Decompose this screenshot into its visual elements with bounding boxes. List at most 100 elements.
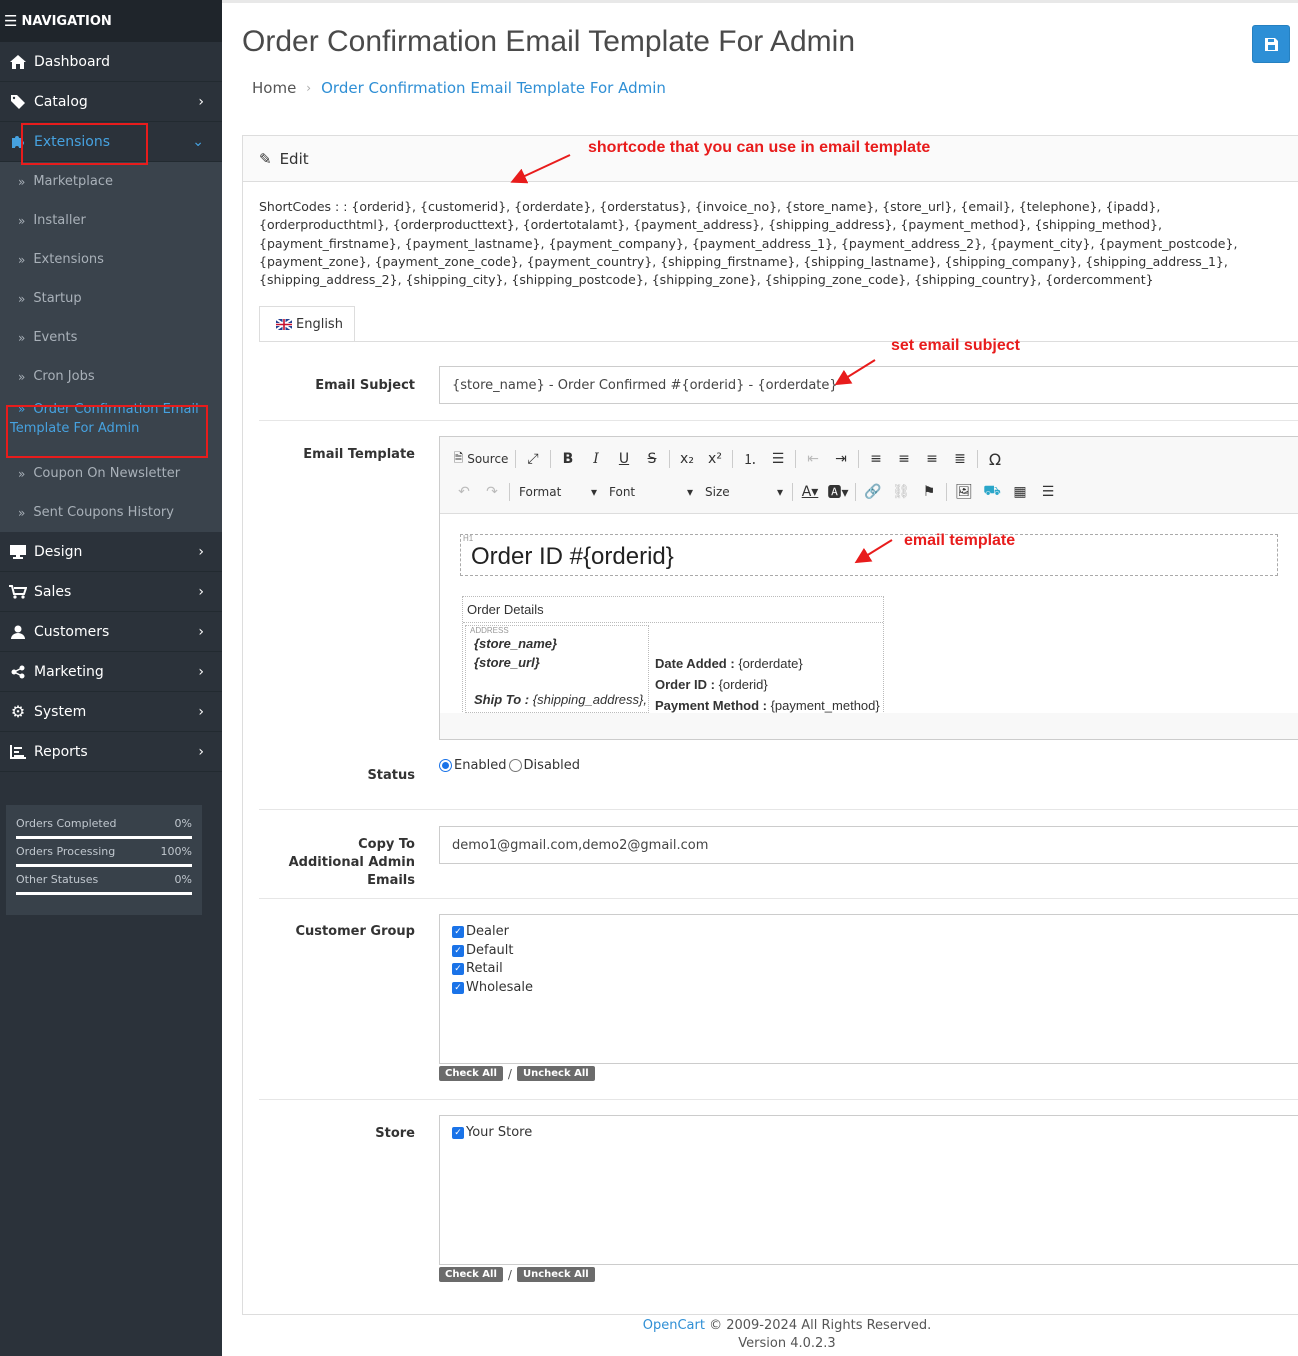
undo-button[interactable]: ↶: [450, 480, 478, 504]
sub-item-label: Marketplace: [33, 174, 114, 189]
order-details-table[interactable]: Order Details ADDRESS {store_name} {stor…: [462, 596, 884, 713]
unlink-icon[interactable]: ⛓: [887, 480, 915, 504]
sidebar-item-sales[interactable]: Sales ›: [0, 572, 222, 612]
align-left-button[interactable]: ≡: [862, 447, 890, 471]
toolbar-separator: [795, 450, 796, 468]
underline-button[interactable]: U: [610, 447, 638, 471]
chevron-right-icon: ›: [198, 743, 204, 760]
breadcrumb-home[interactable]: Home: [252, 79, 296, 97]
cart-icon[interactable]: ⛟: [978, 480, 1006, 504]
cart-icon: [8, 584, 28, 599]
italic-button[interactable]: I: [582, 447, 610, 471]
checkbox-wholesale[interactable]: ✓ Wholesale: [452, 979, 1296, 998]
link-icon[interactable]: 🔗: [859, 480, 887, 504]
uncheck-all-button[interactable]: Uncheck All: [516, 1066, 595, 1081]
sub-item-cron-jobs[interactable]: » Cron Jobs: [0, 357, 222, 396]
table-icon[interactable]: ▦: [1006, 480, 1034, 504]
sidebar-item-design[interactable]: Design ›: [0, 532, 222, 572]
sidebar-item-marketing[interactable]: Marketing ›: [0, 652, 222, 692]
sub-item-coupon-newsletter[interactable]: » Coupon On Newsletter: [0, 454, 222, 493]
home-icon: [8, 54, 28, 69]
checkbox-your-store[interactable]: ✓ Your Store: [452, 1124, 1296, 1143]
outdent-button[interactable]: ⇤: [799, 447, 827, 471]
subscript-button[interactable]: x₂: [673, 447, 701, 471]
sidebar-item-reports[interactable]: Reports ›: [0, 732, 222, 772]
image-icon[interactable]: 🖼: [950, 480, 978, 504]
editor-content-area[interactable]: H1 Order ID #{orderid} Order Details ADDR…: [440, 513, 1298, 713]
sub-item-installer[interactable]: » Installer: [0, 201, 222, 240]
pencil-icon: ✎: [259, 149, 272, 168]
align-center-button[interactable]: ≡: [890, 447, 918, 471]
order-stats: Orders Completed 0% Orders Processing 100%…: [6, 805, 202, 915]
toolbar-separator: [515, 450, 516, 468]
copy-emails-input[interactable]: demo1@gmail.com,demo2@gmail.com: [439, 826, 1298, 864]
email-template-editor: 🗎 Source ⤢ B I U S x₂ x² ⒈ ☰ ⇤ ⇥ ≡ ≡ ≡ ≣…: [439, 436, 1298, 740]
sub-item-label: Coupon On Newsletter: [33, 466, 181, 481]
sub-item-sent-coupons[interactable]: » Sent Coupons History: [0, 493, 222, 532]
sub-item-marketplace[interactable]: » Marketplace: [0, 162, 222, 201]
sub-item-events[interactable]: » Events: [0, 318, 222, 357]
font-select[interactable]: Font ▾: [603, 480, 699, 504]
source-button[interactable]: 🗎 Source: [450, 447, 512, 471]
sidebar-item-catalog[interactable]: Catalog ›: [0, 82, 222, 122]
store-label: Store: [375, 1126, 415, 1141]
numbered-list-button[interactable]: ⒈: [736, 447, 764, 471]
sidebar: ☰ NAVIGATION Dashboard Catalog › Extension…: [0, 0, 222, 1356]
check-all-button[interactable]: Check All: [439, 1267, 503, 1282]
double-chevron-icon: »: [18, 291, 26, 306]
uncheck-all-button[interactable]: Uncheck All: [516, 1267, 595, 1282]
toolbar-separator: [669, 450, 670, 468]
indent-button[interactable]: ⇥: [827, 447, 855, 471]
dropdown-arrow-icon: ▾: [776, 485, 783, 499]
sub-item-label: Startup: [33, 291, 82, 306]
size-select[interactable]: Size ▾: [699, 480, 789, 504]
row-divider: [259, 898, 1298, 899]
tab-english[interactable]: English: [259, 306, 355, 342]
checkbox-retail[interactable]: ✓ Retail: [452, 960, 1296, 979]
radio-disabled[interactable]: [508, 759, 522, 772]
anchor-flag-icon[interactable]: ⚑: [915, 480, 943, 504]
sidebar-item-dashboard[interactable]: Dashboard: [0, 42, 222, 82]
check-all-button[interactable]: Check All: [439, 1066, 503, 1081]
bg-color-button[interactable]: 🅰▾: [824, 480, 852, 504]
sidebar-item-customers[interactable]: Customers ›: [0, 612, 222, 652]
copy-emails-label: Copy To Additional Admin Emails: [288, 837, 415, 888]
opencart-link[interactable]: OpenCart: [643, 1318, 705, 1333]
checkbox-default[interactable]: ✓ Default: [452, 942, 1296, 961]
customer-group-label: Customer Group: [295, 924, 415, 939]
hamburger-icon[interactable]: ☰: [4, 12, 17, 30]
breadcrumb-current[interactable]: Order Confirmation Email Template For Ad…: [321, 79, 666, 97]
horizontal-rule-icon[interactable]: ☰: [1034, 480, 1062, 504]
justify-button[interactable]: ≣: [946, 447, 974, 471]
stat-bar: [16, 892, 192, 895]
text-color-button[interactable]: A▾: [796, 480, 824, 504]
redo-button[interactable]: ↷: [478, 480, 506, 504]
format-select[interactable]: Format ▾: [513, 480, 603, 504]
editor-h1-block[interactable]: H1 Order ID #{orderid}: [460, 534, 1278, 576]
maximize-button[interactable]: ⤢: [519, 447, 547, 471]
chart-icon: [8, 744, 28, 759]
special-char-button[interactable]: Ω: [981, 447, 1009, 471]
align-right-button[interactable]: ≡: [918, 447, 946, 471]
sub-item-startup[interactable]: » Startup: [0, 279, 222, 318]
strikethrough-button[interactable]: S: [638, 447, 666, 471]
sub-item-extensions[interactable]: » Extensions: [0, 240, 222, 279]
user-icon: [8, 625, 28, 639]
email-subject-input[interactable]: {store_name} - Order Confirmed #{orderid…: [439, 366, 1298, 404]
order-details-header: Order Details: [463, 597, 883, 623]
share-icon: [8, 665, 28, 679]
sidebar-item-label: Marketing: [34, 663, 104, 680]
bold-button[interactable]: B: [554, 447, 582, 471]
superscript-button[interactable]: x²: [701, 447, 729, 471]
order-info-cell: Date Added : {orderdate} Order ID : {ord…: [655, 656, 880, 713]
bullet-list-button[interactable]: ☰: [764, 447, 792, 471]
radio-enabled[interactable]: [439, 759, 452, 772]
store-actions: Check All / Uncheck All: [439, 1267, 595, 1282]
nav-header[interactable]: ☰ NAVIGATION: [0, 0, 222, 42]
annotation-box-extensions: [21, 123, 148, 165]
stat-bar: [16, 836, 192, 839]
save-button[interactable]: [1252, 25, 1290, 63]
sidebar-item-system[interactable]: ⚙ System ›: [0, 692, 222, 732]
checkbox-dealer[interactable]: ✓ Dealer: [452, 923, 1296, 942]
row-divider: [259, 809, 1298, 810]
